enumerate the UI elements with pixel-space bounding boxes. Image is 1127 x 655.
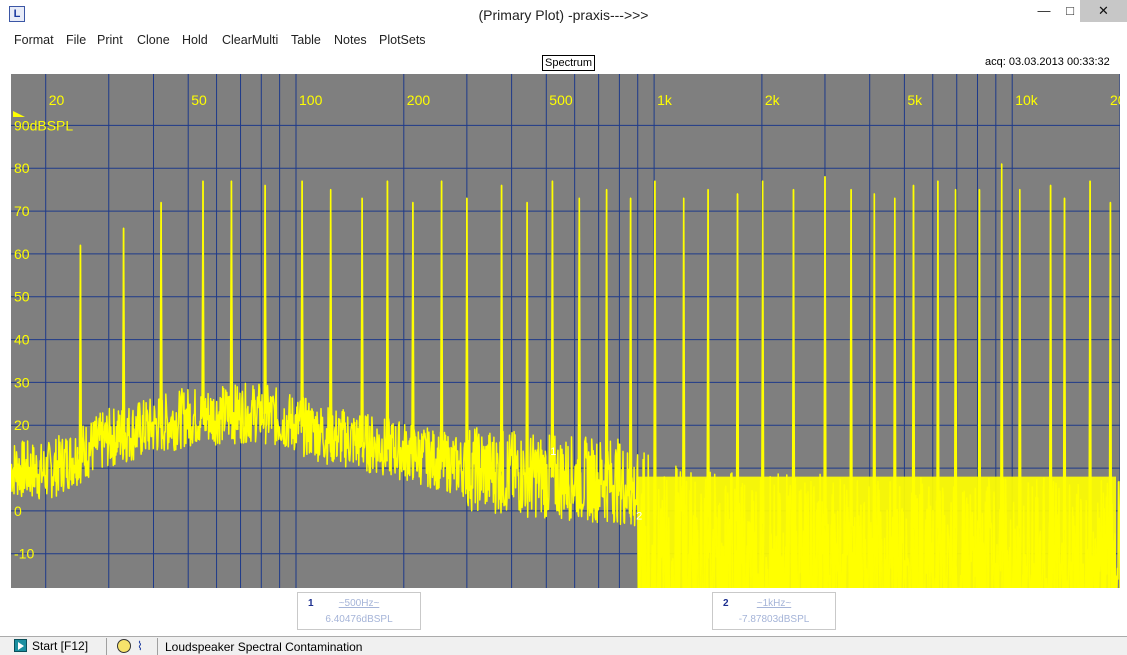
x-tick-label: 2k	[765, 92, 781, 108]
title-bar: L (Primary Plot) -praxis--->>> — □ ✕	[0, 0, 1127, 30]
marker-readout-1[interactable]: 1 ~500Hz~ 6.40476dBSPL	[297, 592, 421, 630]
x-tick-label: 5k	[907, 92, 923, 108]
y-tick-label: 0	[14, 503, 22, 519]
y-tick-label: 30	[14, 374, 30, 390]
marker-2-label[interactable]: 2	[636, 510, 642, 522]
marker-level: 6.40476dBSPL	[325, 614, 393, 625]
waveform-icon[interactable]: ⌇	[137, 639, 151, 653]
start-button[interactable]: Start [F12]	[14, 639, 88, 654]
status-separator	[106, 638, 107, 655]
status-bar: Start [F12] ⌇ Loudspeaker Spectral Conta…	[0, 636, 1127, 655]
menu-plotsets[interactable]: PlotSets	[379, 33, 426, 47]
menu-bar: Format File Print Clone Hold ClearMulti …	[0, 30, 1127, 52]
x-tick-label: 100	[299, 92, 323, 108]
y-tick-label: 80	[14, 160, 30, 176]
status-separator	[157, 638, 158, 655]
menu-table[interactable]: Table	[291, 33, 321, 47]
plot-title-box: Spectrum	[542, 55, 596, 71]
menu-clearmulti[interactable]: ClearMulti	[222, 33, 278, 47]
menu-file[interactable]: File	[66, 33, 86, 47]
marker-frequency[interactable]: ~500Hz~	[298, 598, 420, 609]
x-tick-label: 500	[549, 92, 573, 108]
x-tick-label: 1k	[657, 92, 673, 108]
x-tick-label: 20	[1110, 92, 1120, 108]
noise-floor-fill	[637, 476, 1116, 588]
menu-hold[interactable]: Hold	[182, 33, 208, 47]
y-tick-label: 70	[14, 203, 30, 219]
marker-frequency[interactable]: ~1kHz~	[713, 598, 835, 609]
y-tick-label: 10	[14, 460, 30, 476]
y-tick-label: 60	[14, 246, 30, 262]
menu-clone[interactable]: Clone	[137, 33, 170, 47]
y-tick-label: 50	[14, 289, 30, 305]
start-button-label: Start [F12]	[32, 639, 89, 653]
y-tick-label: 40	[14, 332, 30, 348]
spectrum-plot[interactable]: 20501002005001k2k5k10k208070605040302010…	[11, 74, 1120, 588]
x-tick-label: 50	[191, 92, 207, 108]
menu-notes[interactable]: Notes	[334, 33, 367, 47]
status-message: Loudspeaker Spectral Contamination	[165, 640, 363, 654]
y-tick-label: -10	[14, 546, 34, 562]
acquisition-timestamp: acq: 03.03.2013 00:33:32	[985, 56, 1110, 68]
x-tick-label: 10k	[1015, 92, 1039, 108]
y-unit-label: 90dBSPL	[14, 117, 73, 133]
window-title: (Primary Plot) -praxis--->>>	[478, 7, 649, 23]
y-tick-label: 20	[14, 417, 30, 433]
x-tick-label: 20	[49, 92, 65, 108]
marker-readout-2[interactable]: 2 ~1kHz~ -7.87803dBSPL	[712, 592, 836, 630]
x-tick-label: 200	[407, 92, 431, 108]
marker-1-label[interactable]: 1	[550, 446, 556, 458]
gauge-icon[interactable]	[117, 639, 131, 653]
marker-level: -7.87803dBSPL	[738, 614, 810, 625]
menu-print[interactable]: Print	[97, 33, 123, 47]
play-icon	[14, 639, 27, 653]
menu-format[interactable]: Format	[14, 33, 54, 47]
close-button[interactable]: ✕	[1080, 0, 1127, 22]
